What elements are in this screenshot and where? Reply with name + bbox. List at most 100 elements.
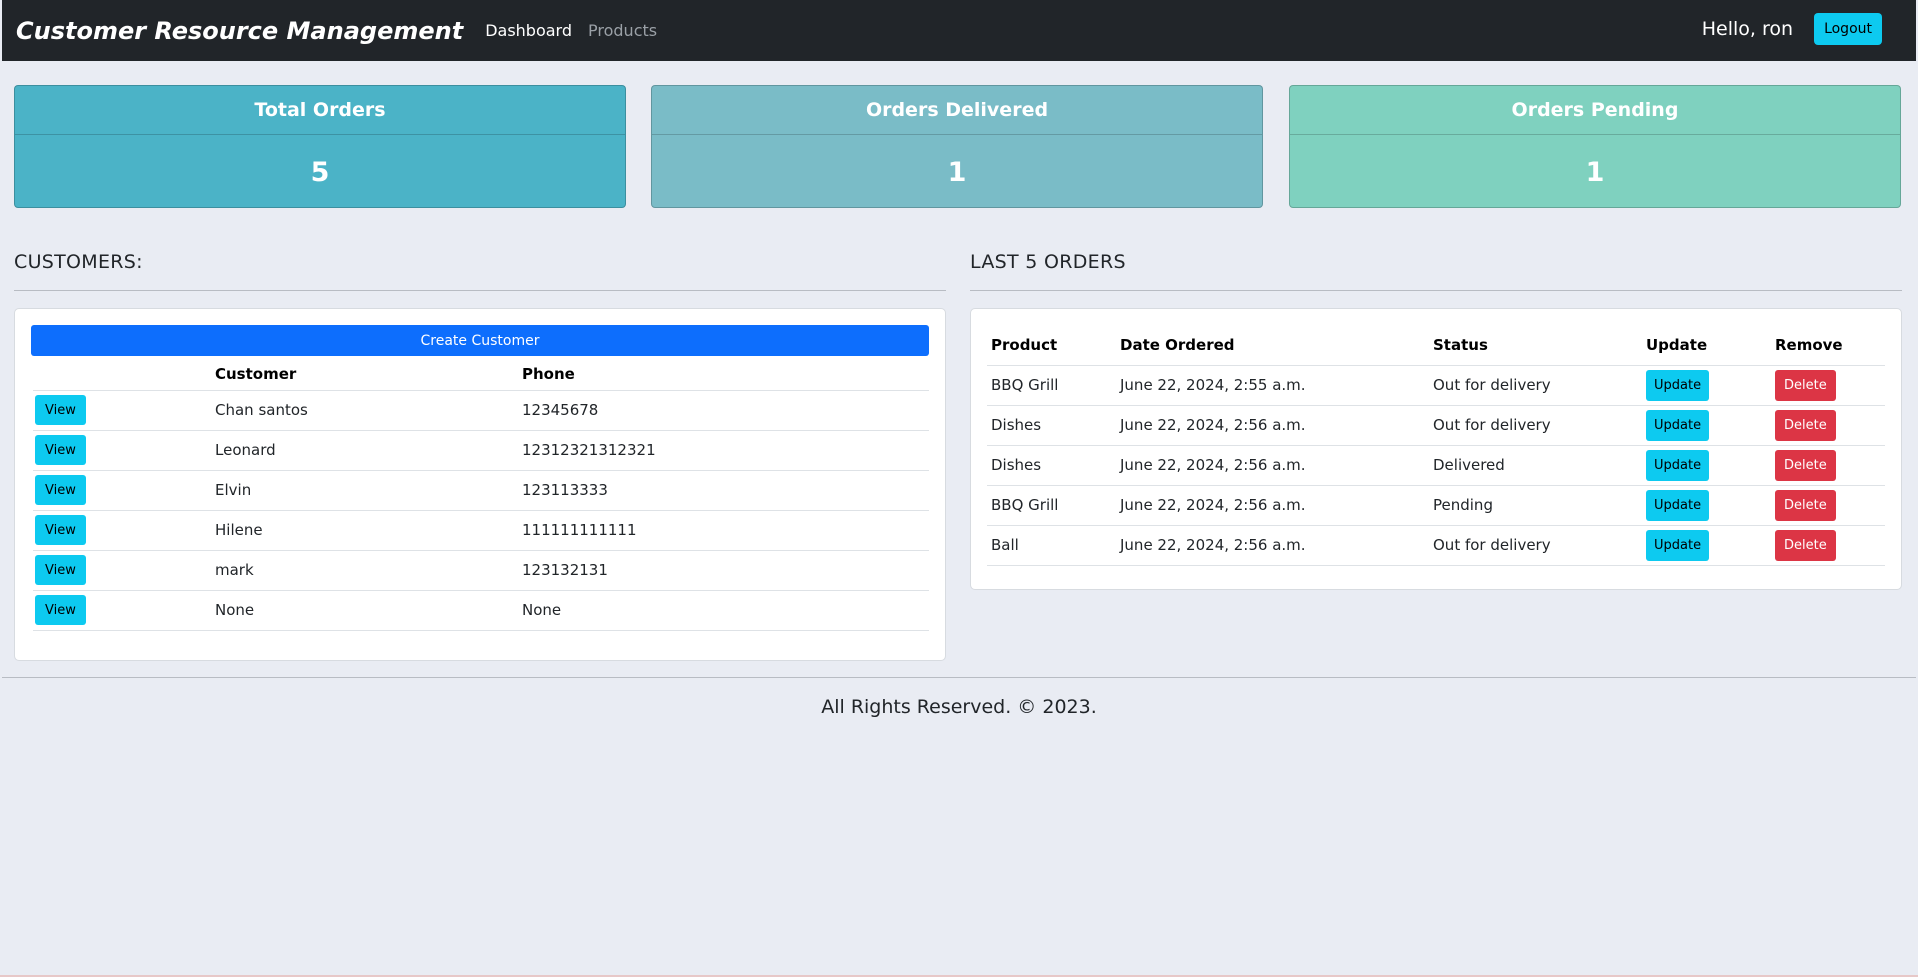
logout-button[interactable]: Logout [1814, 13, 1882, 45]
orders-section-title: LAST 5 ORDERS [970, 251, 1126, 273]
cell-customer-name: None [214, 590, 521, 631]
cell-action: View [33, 590, 214, 631]
cell-action: View [33, 550, 214, 591]
column-header-action [33, 359, 214, 391]
table-row: Ball June 22, 2024, 2:56 a.m. Out for deli… [987, 525, 1885, 566]
table-row: View Hilene 111111111111 [33, 510, 929, 551]
footer-divider [2, 677, 1916, 678]
view-customer-button[interactable]: View [35, 595, 86, 625]
stat-card-orders-delivered: Orders Delivered 1 [651, 85, 1263, 208]
table-row: View Leonard 12312321312321 [33, 430, 929, 471]
customers-panel: Create Customer Customer Phone View Chan … [14, 308, 946, 661]
cell-status: Delivered [1432, 445, 1645, 486]
table-row: Dishes June 22, 2024, 2:56 a.m. Out for de… [987, 405, 1885, 446]
cell-date-ordered: June 22, 2024, 2:55 a.m. [1119, 365, 1432, 406]
customers-divider [14, 290, 946, 291]
cell-remove: Delete [1774, 365, 1885, 406]
update-order-button[interactable]: Update [1646, 369, 1710, 401]
cell-customer-name: Hilene [214, 510, 521, 551]
view-customer-button[interactable]: View [35, 395, 86, 425]
cell-customer-name: mark [214, 550, 521, 591]
cell-remove: Delete [1774, 485, 1885, 526]
column-header-customer: Customer [214, 359, 521, 391]
cell-status: Pending [1432, 485, 1645, 526]
update-order-button[interactable]: Update [1646, 449, 1710, 481]
column-header-update: Update [1645, 325, 1774, 366]
create-customer-button[interactable]: Create Customer [31, 325, 929, 356]
orders-table: Product Date Ordered Status Update Remov… [987, 325, 1885, 566]
nav-link-products[interactable]: Products [588, 21, 657, 40]
brand-title[interactable]: Customer Resource Management [16, 17, 463, 45]
stat-card-value: 5 [310, 156, 330, 188]
orders-panel: Product Date Ordered Status Update Remov… [970, 308, 1902, 590]
table-row: BBQ Grill June 22, 2024, 2:55 a.m. Out for… [987, 365, 1885, 406]
table-row: View None None [33, 590, 929, 631]
stat-card-value: 1 [947, 156, 967, 188]
orders-divider [970, 290, 1902, 291]
stat-card-orders-pending: Orders Pending 1 [1289, 85, 1901, 208]
table-row: View mark 123132131 [33, 550, 929, 591]
table-row: View Elvin 123113333 [33, 470, 929, 511]
footer-copyright: All Rights Reserved. © 2023. [821, 696, 1097, 718]
column-header-product: Product [987, 325, 1119, 366]
delete-order-button[interactable]: Delete [1775, 409, 1836, 441]
cell-action: View [33, 390, 214, 431]
cell-action: View [33, 470, 214, 511]
view-customer-button[interactable]: View [35, 435, 86, 465]
cell-customer-phone: 111111111111 [521, 510, 929, 551]
delete-order-button[interactable]: Delete [1775, 369, 1836, 401]
cell-action: View [33, 430, 214, 471]
cell-product: Dishes [987, 405, 1119, 446]
column-header-date: Date Ordered [1119, 325, 1432, 366]
cell-remove: Delete [1774, 405, 1885, 446]
column-header-remove: Remove [1774, 325, 1885, 366]
cell-update: Update [1645, 525, 1774, 566]
cell-product: BBQ Grill [987, 365, 1119, 406]
update-order-button[interactable]: Update [1646, 489, 1710, 521]
cell-customer-name: Chan santos [214, 390, 521, 431]
cell-customer-name: Leonard [214, 430, 521, 471]
delete-order-button[interactable]: Delete [1775, 449, 1836, 481]
cell-customer-phone: 12345678 [521, 390, 929, 431]
customers-section-title: CUSTOMERS: [14, 251, 143, 273]
cell-product: BBQ Grill [987, 485, 1119, 526]
cell-customer-phone: None [521, 590, 929, 631]
table-row: View Chan santos 12345678 [33, 390, 929, 431]
column-header-phone: Phone [521, 359, 929, 391]
cell-customer-phone: 123132131 [521, 550, 929, 591]
cell-product: Dishes [987, 445, 1119, 486]
cell-date-ordered: June 22, 2024, 2:56 a.m. [1119, 405, 1432, 446]
stat-card-title: Orders Pending [1290, 86, 1900, 135]
cell-action: View [33, 510, 214, 551]
cell-customer-phone: 12312321312321 [521, 430, 929, 471]
cell-status: Out for delivery [1432, 365, 1645, 406]
view-customer-button[interactable]: View [35, 555, 86, 585]
view-customer-button[interactable]: View [35, 475, 86, 505]
cell-customer-phone: 123113333 [521, 470, 929, 511]
table-header-row: Product Date Ordered Status Update Remov… [987, 325, 1885, 366]
table-row: BBQ Grill June 22, 2024, 2:56 a.m. Pending… [987, 485, 1885, 526]
stat-card-title: Orders Delivered [652, 86, 1262, 135]
stat-card-total-orders: Total Orders 5 [14, 85, 626, 208]
delete-order-button[interactable]: Delete [1775, 489, 1836, 521]
cell-remove: Delete [1774, 445, 1885, 486]
nav-user-area: Hello, ron Logout [1702, 13, 1882, 45]
cell-customer-name: Elvin [214, 470, 521, 511]
user-greeting: Hello, ron [1701, 18, 1794, 40]
cell-date-ordered: June 22, 2024, 2:56 a.m. [1119, 445, 1432, 486]
cell-update: Update [1645, 485, 1774, 526]
cell-status: Out for delivery [1432, 525, 1645, 566]
table-header-row: Customer Phone [33, 359, 929, 391]
cell-product: Ball [987, 525, 1119, 566]
table-row: Dishes June 22, 2024, 2:56 a.m. Delivered U… [987, 445, 1885, 486]
update-order-button[interactable]: Update [1646, 409, 1710, 441]
view-customer-button[interactable]: View [35, 515, 86, 545]
customers-table: Customer Phone View Chan santos 12345678 Vi… [33, 359, 929, 631]
nav-link-dashboard[interactable]: Dashboard [485, 21, 572, 40]
cell-date-ordered: June 22, 2024, 2:56 a.m. [1119, 485, 1432, 526]
cell-update: Update [1645, 405, 1774, 446]
delete-order-button[interactable]: Delete [1775, 529, 1836, 561]
cell-update: Update [1645, 445, 1774, 486]
navbar: Customer Resource Management Dashboard P… [2, 0, 1916, 61]
update-order-button[interactable]: Update [1646, 529, 1710, 561]
